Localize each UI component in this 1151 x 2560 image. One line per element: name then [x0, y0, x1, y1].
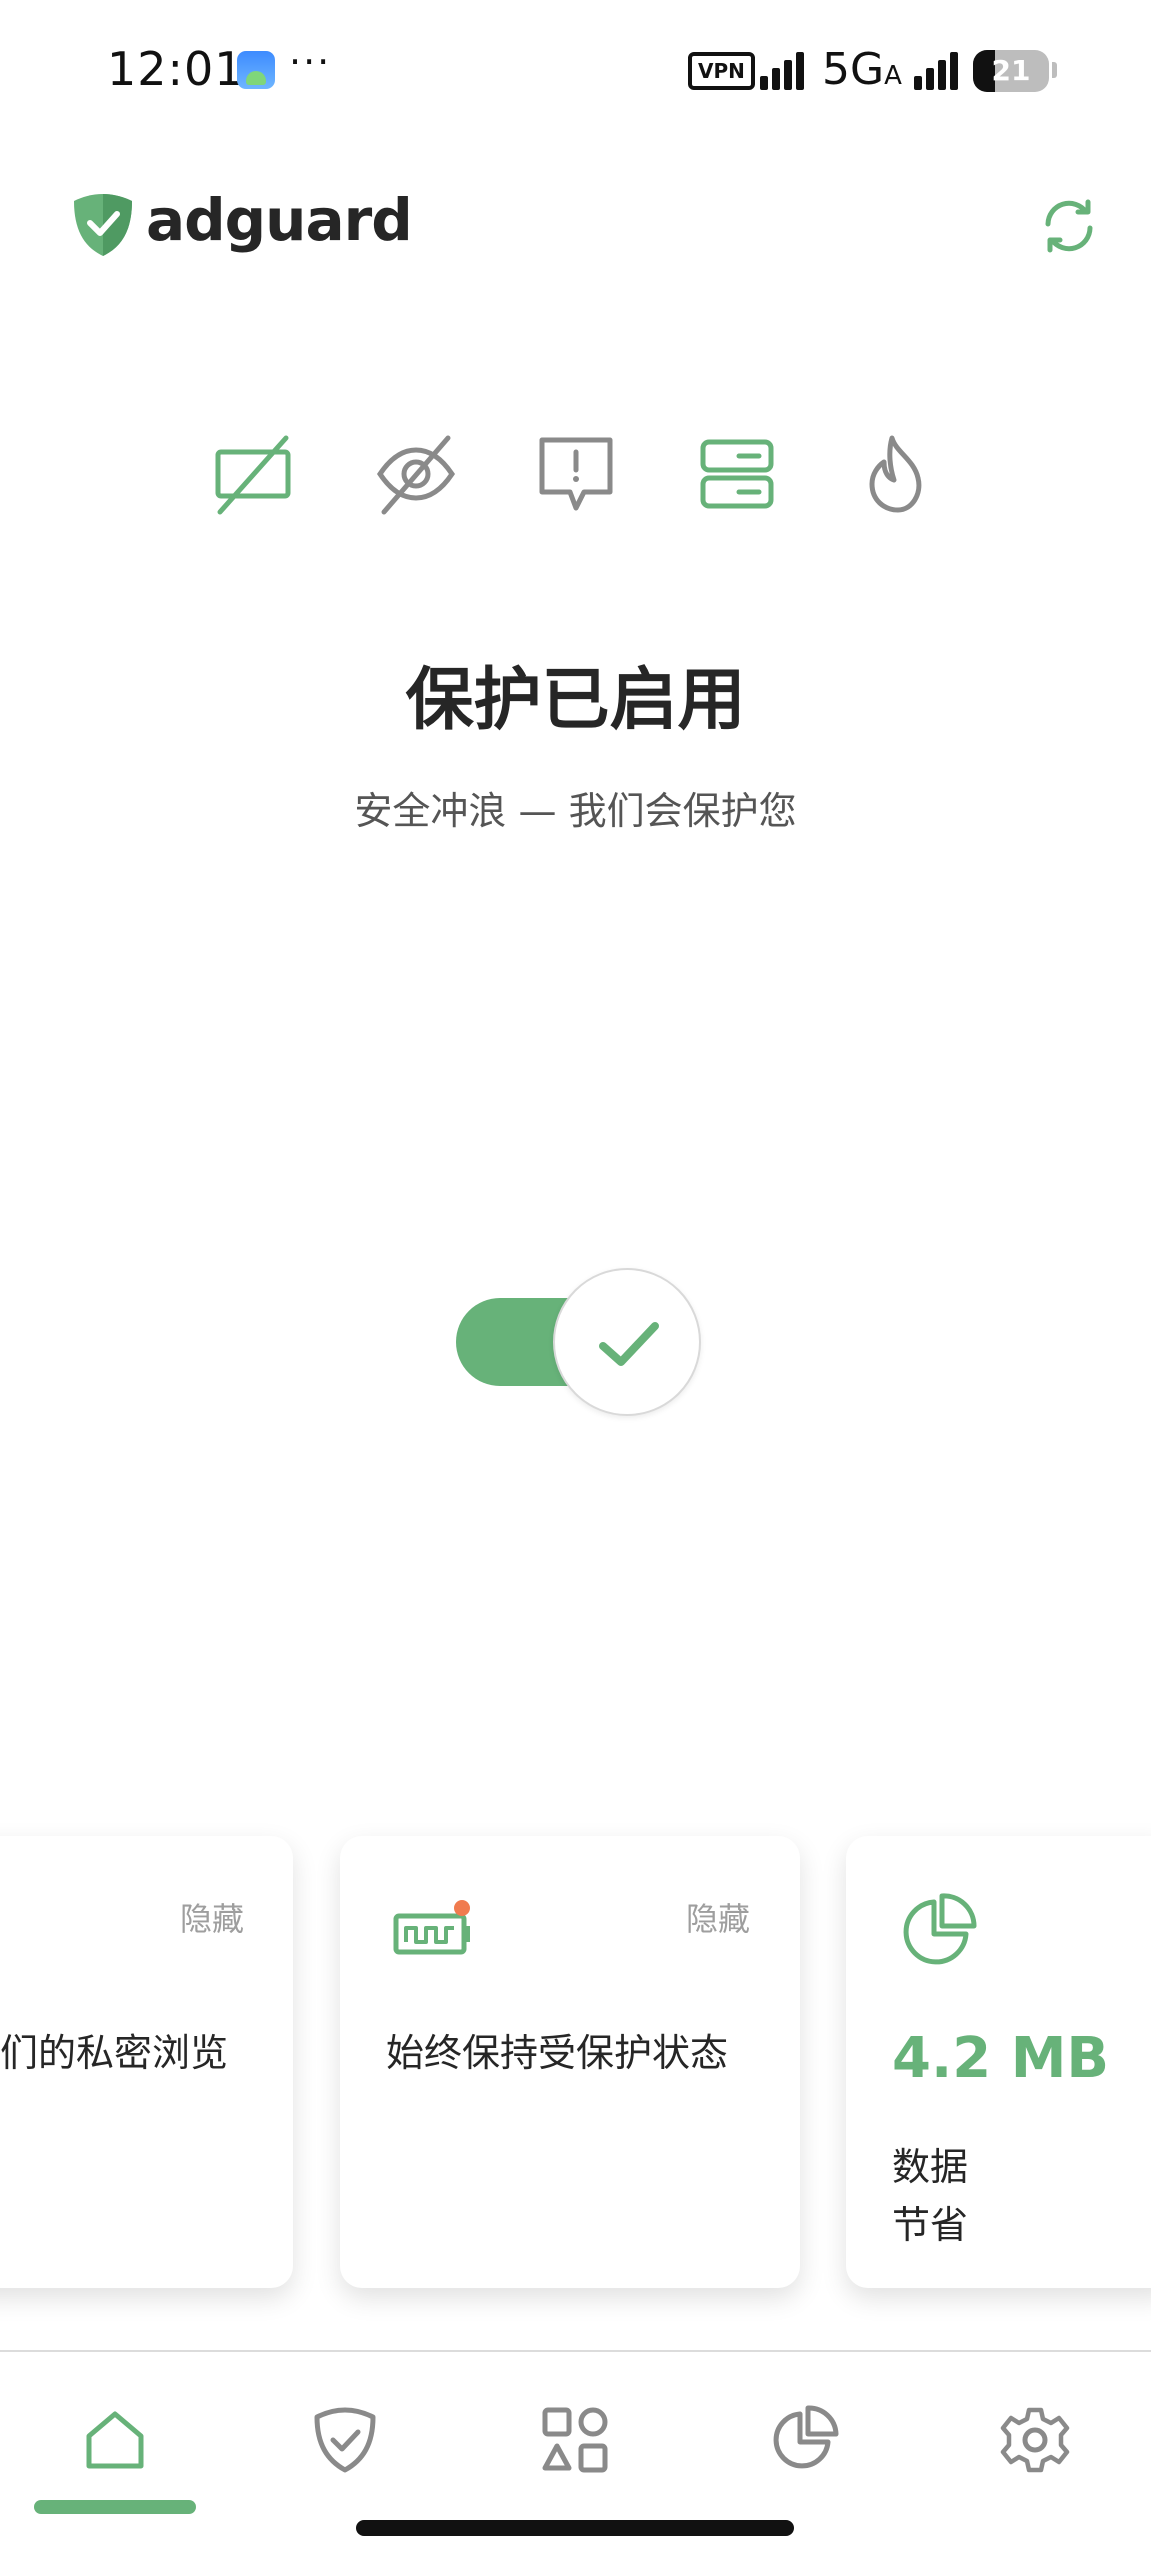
dns-server-icon[interactable] [695, 432, 779, 516]
notification-app-icon [237, 51, 275, 89]
tracking-protection-icon[interactable] [374, 432, 458, 516]
card-text: 们的私密浏览 [0, 2031, 229, 2075]
status-bar: 12:01 ··· VPN 5GA 21 [0, 0, 1151, 140]
settings-icon[interactable] [999, 2404, 1071, 2476]
statistics-icon[interactable] [768, 2404, 840, 2476]
battery-tip [1052, 62, 1057, 78]
card-hide-button[interactable]: 隐藏 [180, 1894, 244, 1940]
pie-chart-icon [903, 1893, 977, 1965]
check-icon [599, 1322, 659, 1366]
card-always-protected[interactable]: 隐藏 始终保持受保护状态 [340, 1836, 800, 2288]
card-data-saved[interactable]: 4.2 MB 数据 节省 [846, 1836, 1151, 2288]
network-type: 5GA [822, 44, 902, 95]
shield-check-icon[interactable] [309, 2404, 381, 2476]
data-saved-value: 4.2 MB [892, 2026, 1110, 2091]
system-home-indicator[interactable] [356, 2520, 794, 2536]
status-time: 12:01 [107, 42, 245, 96]
battery-level: 21 [991, 54, 1031, 87]
battery-alert-icon [393, 1900, 470, 1955]
data-saved-label-line1: 数据 [892, 2145, 969, 2189]
home-icon[interactable] [79, 2404, 151, 2476]
battery-icon: 21 [973, 50, 1049, 92]
card-text: 始终保持受保护状态 [386, 2031, 729, 2075]
protection-status-subtitle: 安全冲浪 — 我们会保护您 [354, 789, 797, 833]
signal-strength-icon [760, 50, 810, 90]
card-private-browsing[interactable]: 隐藏 们的私密浏览 [0, 1836, 293, 2288]
signal-strength-icon-2 [914, 50, 964, 90]
apps-icon[interactable] [539, 2404, 611, 2476]
toggle-knob [553, 1268, 701, 1416]
data-saved-label-line2: 节省 [892, 2203, 969, 2247]
adguard-home-screen: 12:01 ··· VPN 5GA 21 adguard 保护已启用 安全冲浪 … [0, 0, 1151, 2560]
adguard-shield-icon [74, 194, 132, 256]
vpn-badge: VPN [688, 52, 755, 90]
protection-toggle[interactable] [456, 1268, 702, 1418]
app-logo-text: adguard [146, 186, 413, 254]
active-tab-indicator [34, 2500, 196, 2514]
annoyance-block-icon[interactable] [534, 432, 618, 516]
firewall-icon[interactable] [856, 432, 940, 516]
more-notifications-icon: ··· [289, 40, 332, 84]
refresh-icon[interactable] [1036, 196, 1102, 256]
ad-block-icon[interactable] [212, 432, 296, 516]
protection-status-title: 保护已启用 [405, 661, 746, 740]
card-hide-button[interactable]: 隐藏 [686, 1894, 750, 1940]
